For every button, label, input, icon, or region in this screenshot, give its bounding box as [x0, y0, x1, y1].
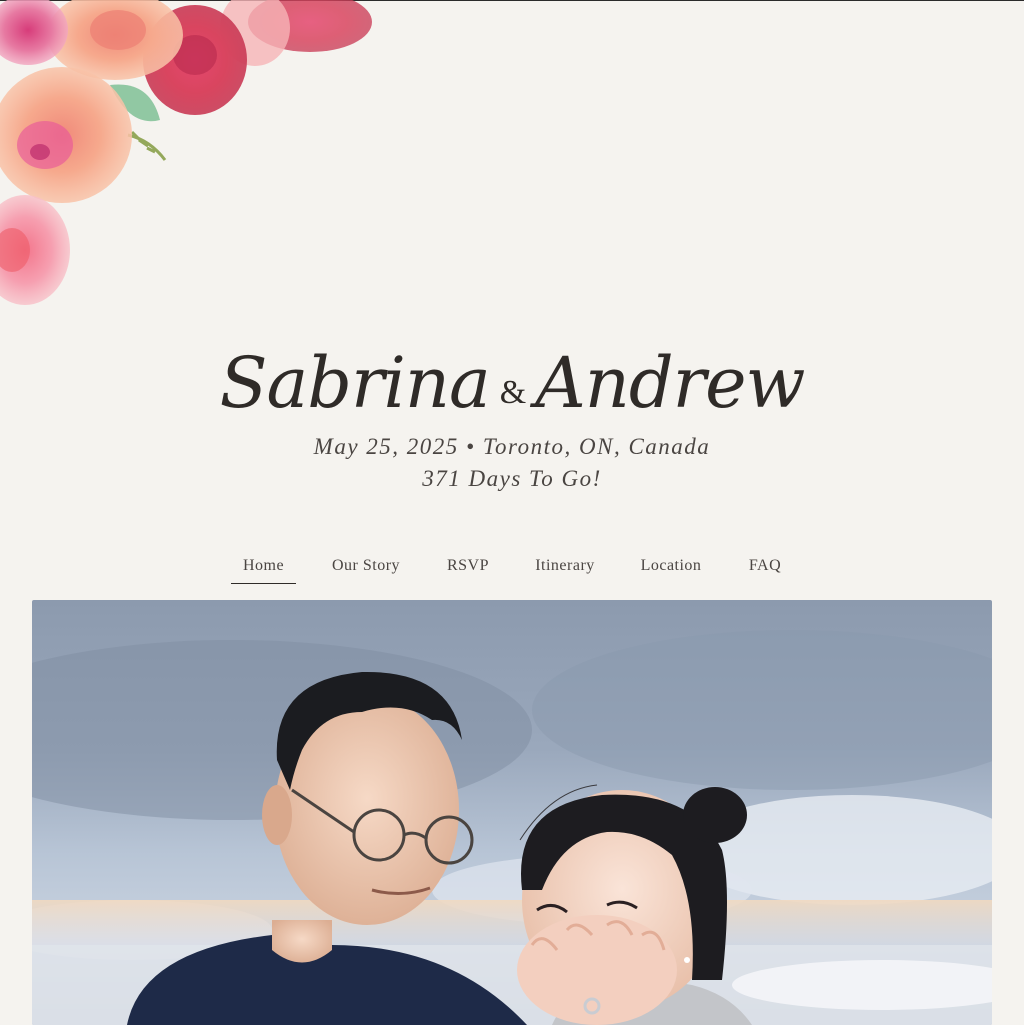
- countdown: 371 Days To Go!: [422, 466, 602, 491]
- bride-name: Sabrina: [219, 342, 491, 424]
- nav-location[interactable]: Location: [636, 548, 706, 584]
- nav-rsvp[interactable]: RSVP: [441, 548, 495, 584]
- nav-itinerary[interactable]: Itinerary: [529, 548, 601, 584]
- floral-decoration-icon: [0, 0, 372, 305]
- date-location: May 25, 2025 • Toronto, ON, Canada: [313, 434, 711, 459]
- groom-name: Andrew: [535, 342, 805, 424]
- nav-home[interactable]: Home: [231, 548, 296, 584]
- nav-our-story[interactable]: Our Story: [326, 548, 406, 584]
- ampersand: &: [499, 374, 526, 411]
- hero-photo: [32, 600, 992, 1025]
- nav-faq[interactable]: FAQ: [742, 548, 788, 584]
- main-nav: Home Our Story RSVP Itinerary Location F…: [0, 548, 1024, 588]
- couple-names: Sabrina & Andrew: [0, 338, 1024, 438]
